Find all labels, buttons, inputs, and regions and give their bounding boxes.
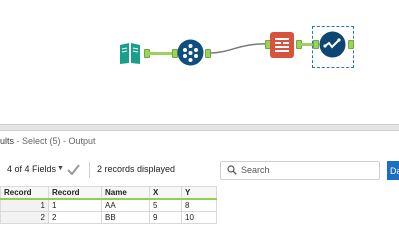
- search-box[interactable]: [220, 161, 380, 180]
- column-header[interactable]: Record: [48, 186, 102, 200]
- panel-splitter[interactable]: [0, 124, 399, 131]
- results-panel: ults - Select (5) - Output 4 of 4 Fields…: [0, 131, 399, 251]
- data-button[interactable]: Da: [387, 161, 399, 180]
- search-icon: [227, 165, 237, 177]
- column-header[interactable]: Y: [181, 186, 217, 200]
- row-number: 2: [0, 211, 49, 224]
- records-count: 2 records displayed: [97, 164, 176, 174]
- column-header[interactable]: Name: [101, 186, 150, 200]
- row-number: 1: [0, 198, 49, 212]
- table-row[interactable]: 2 2 BB 9 10: [0, 211, 217, 224]
- results-source: - Select (5) - Output: [14, 136, 96, 146]
- table-cell[interactable]: 10: [181, 211, 217, 224]
- input-data-tool[interactable]: [118, 40, 142, 66]
- toolbar-divider: [89, 162, 90, 178]
- search-input[interactable]: [241, 164, 371, 176]
- table-cell[interactable]: 8: [181, 198, 217, 212]
- table-cell[interactable]: AA: [101, 198, 150, 212]
- table-row[interactable]: 1 1 AA 5 8: [0, 198, 217, 212]
- check-icon[interactable]: [67, 164, 80, 177]
- results-header: ults - Select (5) - Output: [0, 136, 96, 150]
- column-header[interactable]: Record: [0, 186, 49, 200]
- table-cell[interactable]: 2: [48, 211, 102, 224]
- grid-header-row: Record Record Name X Y: [0, 186, 217, 200]
- output-anchor[interactable]: [348, 40, 354, 49]
- select-icon: [177, 39, 204, 66]
- results-title: ults: [0, 136, 15, 146]
- column-header[interactable]: X: [149, 186, 182, 200]
- select-tool[interactable]: [177, 39, 204, 66]
- browse-icon: [319, 31, 346, 58]
- book-icon: [118, 40, 142, 66]
- connection-wire: [149, 52, 173, 55]
- table-cell[interactable]: 1: [48, 198, 102, 212]
- chevron-down-icon[interactable]: ▼: [57, 165, 64, 172]
- workflow-canvas[interactable]: [0, 0, 399, 124]
- connection-wire: [210, 43, 269, 54]
- results-grid: Record Record Name X Y 1 1 AA 5 8 2 2 BB…: [0, 186, 217, 224]
- browse-tool[interactable]: [319, 31, 346, 58]
- table-cell[interactable]: 5: [149, 198, 182, 212]
- table-cell[interactable]: 9: [149, 211, 182, 224]
- fields-dropdown[interactable]: 4 of 4 Fields: [7, 164, 56, 174]
- dynamic-input-icon: [270, 32, 294, 58]
- results-toolbar: 4 of 4 Fields ▼ 2 records displayed Da: [0, 159, 399, 181]
- table-cell[interactable]: BB: [101, 211, 150, 224]
- dynamic-input-tool[interactable]: [270, 32, 294, 58]
